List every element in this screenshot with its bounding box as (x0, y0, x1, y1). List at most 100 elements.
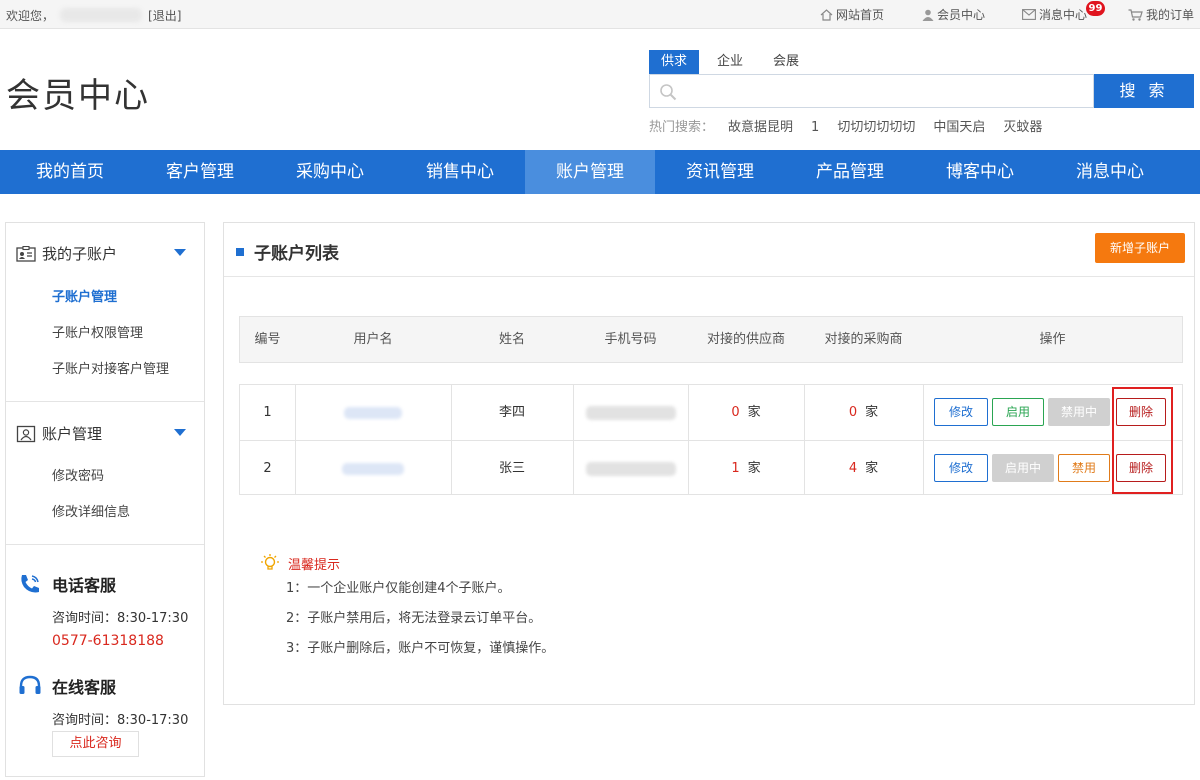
row-username (295, 385, 451, 440)
message-count-badge: 99 (1086, 1, 1105, 16)
tip-item: 3：子账户删除后，账户不可恢复，谨慎操作。 (286, 641, 555, 656)
nav-item-messages[interactable]: 消息中心 (1045, 150, 1175, 194)
edit-button[interactable]: 修改 (934, 398, 988, 426)
nav-item-blog[interactable]: 博客中心 (915, 150, 1045, 194)
edit-button[interactable]: 修改 (934, 454, 988, 482)
sidebar-group-subaccounts[interactable]: 我的子账户 (16, 243, 186, 264)
hot-search: 热门搜索： 故意据昆明 1 切切切切切切 中国天启 灭蚊器 (649, 116, 1060, 135)
lightbulb-icon (261, 554, 279, 570)
account-card-icon (16, 425, 36, 442)
main-nav: 我的首页 客户管理 采购中心 销售中心 账户管理 资讯管理 产品管理 博客中心 … (0, 150, 1200, 194)
sidebar-group-title: 我的子账户 (42, 245, 118, 263)
nav-item-home[interactable]: 我的首页 (5, 150, 135, 194)
top-link-orders[interactable]: 我的订单 (1128, 6, 1194, 23)
online-service-label: 在线客服 (52, 678, 117, 697)
table-row: 1 李四 0家 0家 修改 启用 禁用中 删除 (240, 385, 1182, 440)
headset-icon (19, 675, 41, 694)
unit-label: 家 (865, 405, 879, 420)
cart-icon (1128, 8, 1143, 21)
top-link-label: 消息中心 (1039, 8, 1088, 22)
top-link-label: 网站首页 (836, 8, 885, 22)
logout-link[interactable]: [退出] (148, 9, 181, 23)
username-blurred (342, 462, 404, 475)
search-input[interactable] (684, 79, 1084, 103)
disabled-status-button[interactable]: 禁用中 (1048, 398, 1110, 426)
column-header: 用户名 (353, 332, 393, 347)
table-body: 1 李四 0家 0家 修改 启用 禁用中 删除 2 张三 1家 4家 修改 启用… (239, 384, 1183, 495)
sidebar-item-subaccount-manage[interactable]: 子账户管理 (52, 286, 117, 305)
nav-item-customers[interactable]: 客户管理 (135, 150, 265, 194)
main-panel: 子账户列表 新增子账户 编号 用户名 姓名 手机号码 对接的供应商 对接的采购商… (223, 222, 1195, 705)
hot-keyword[interactable]: 故意据昆明 (728, 120, 793, 135)
row-name: 李四 (498, 405, 525, 420)
sidebar-item-edit-details[interactable]: 修改详细信息 (52, 501, 130, 520)
title-marker-icon (236, 247, 244, 256)
hot-keyword[interactable]: 灭蚊器 (1003, 120, 1042, 135)
home-icon (820, 8, 833, 21)
welcome-text: 欢迎您， (6, 9, 55, 23)
unit-label: 家 (865, 461, 879, 476)
column-header: 姓名 (498, 332, 525, 347)
search-box (649, 74, 1094, 108)
sidebar: 我的子账户 子账户管理 子账户权限管理 子账户对接客户管理 账户管理 修改密码 … (5, 222, 205, 777)
nav-item-news[interactable]: 资讯管理 (655, 150, 785, 194)
search-tab-exhibition[interactable]: 会展 (761, 50, 811, 74)
phone-service-label: 电话客服 (52, 576, 117, 595)
tip-item: 1：一个企业账户仅能创建4个子账户。 (286, 581, 511, 596)
buyer-count: 0 (848, 405, 858, 420)
search-button[interactable]: 搜 索 (1094, 74, 1194, 108)
hot-keyword[interactable]: 1 (811, 120, 819, 135)
hot-keyword[interactable]: 切切切切切切 (837, 120, 915, 135)
nav-item-products[interactable]: 产品管理 (785, 150, 915, 194)
supplier-count: 1 (731, 461, 740, 476)
buyer-count: 4 (848, 461, 858, 476)
phone-blurred (585, 405, 676, 420)
add-subaccount-button[interactable]: 新增子账户 (1095, 233, 1185, 263)
phone-service-title: 电话客服 (18, 572, 116, 596)
delete-column-highlight (1112, 387, 1173, 494)
consult-button[interactable]: 点此咨询 (52, 731, 139, 757)
row-username (295, 441, 451, 496)
sidebar-group-account[interactable]: 账户管理 (16, 423, 186, 444)
nav-item-purchasing[interactable]: 采购中心 (265, 150, 395, 194)
online-service-hours: 咨询时间：8:30-17:30 (52, 713, 189, 728)
top-link-member[interactable]: 会员中心 (922, 6, 985, 23)
phone-blurred (585, 461, 676, 476)
row-name: 张三 (498, 461, 525, 476)
user-icon (922, 9, 934, 21)
chevron-down-icon (174, 249, 186, 256)
column-header: 编号 (254, 332, 281, 347)
nav-item-account[interactable]: 账户管理 (525, 150, 655, 194)
top-link-messages[interactable]: 消息中心 99 (1022, 1, 1105, 23)
welcome-area: 欢迎您， [退出] (6, 7, 181, 24)
sidebar-item-subaccount-customers[interactable]: 子账户对接客户管理 (52, 358, 169, 377)
search-icon (660, 84, 677, 101)
search-tab-company[interactable]: 企业 (705, 50, 755, 74)
row-phone (573, 385, 688, 440)
enable-button[interactable]: 启用 (992, 398, 1044, 426)
top-link-home[interactable]: 网站首页 (820, 6, 884, 23)
phone-service-number: 0577-61318188 (52, 633, 164, 649)
id-card-icon (16, 245, 36, 262)
row-phone (573, 441, 688, 496)
phone-service-hours: 咨询时间：8:30-17:30 (52, 611, 189, 626)
hot-keyword[interactable]: 中国天启 (933, 120, 985, 135)
tip-item: 2：子账户禁用后，将无法登录云订单平台。 (286, 611, 542, 626)
unit-label: 家 (747, 405, 761, 420)
nav-item-sales[interactable]: 销售中心 (395, 150, 525, 194)
row-suppliers: 1家 (688, 441, 804, 496)
top-link-label: 我的订单 (1146, 8, 1195, 22)
sidebar-item-subaccount-permissions[interactable]: 子账户权限管理 (52, 322, 143, 341)
enabled-status-button[interactable]: 启用中 (992, 454, 1054, 482)
top-link-label: 会员中心 (937, 8, 986, 22)
panel-title-text: 子账户列表 (254, 244, 339, 264)
column-header: 对接的供应商 (706, 332, 785, 347)
sidebar-item-change-password[interactable]: 修改密码 (52, 465, 104, 484)
disable-button[interactable]: 禁用 (1058, 454, 1110, 482)
search-tabs: 供求 企业 会展 (649, 50, 817, 74)
divider (6, 544, 204, 545)
divider (6, 401, 204, 402)
search-tab-supply[interactable]: 供求 (649, 50, 700, 74)
row-buyers: 4家 (804, 441, 923, 496)
row-id: 1 (263, 405, 272, 420)
